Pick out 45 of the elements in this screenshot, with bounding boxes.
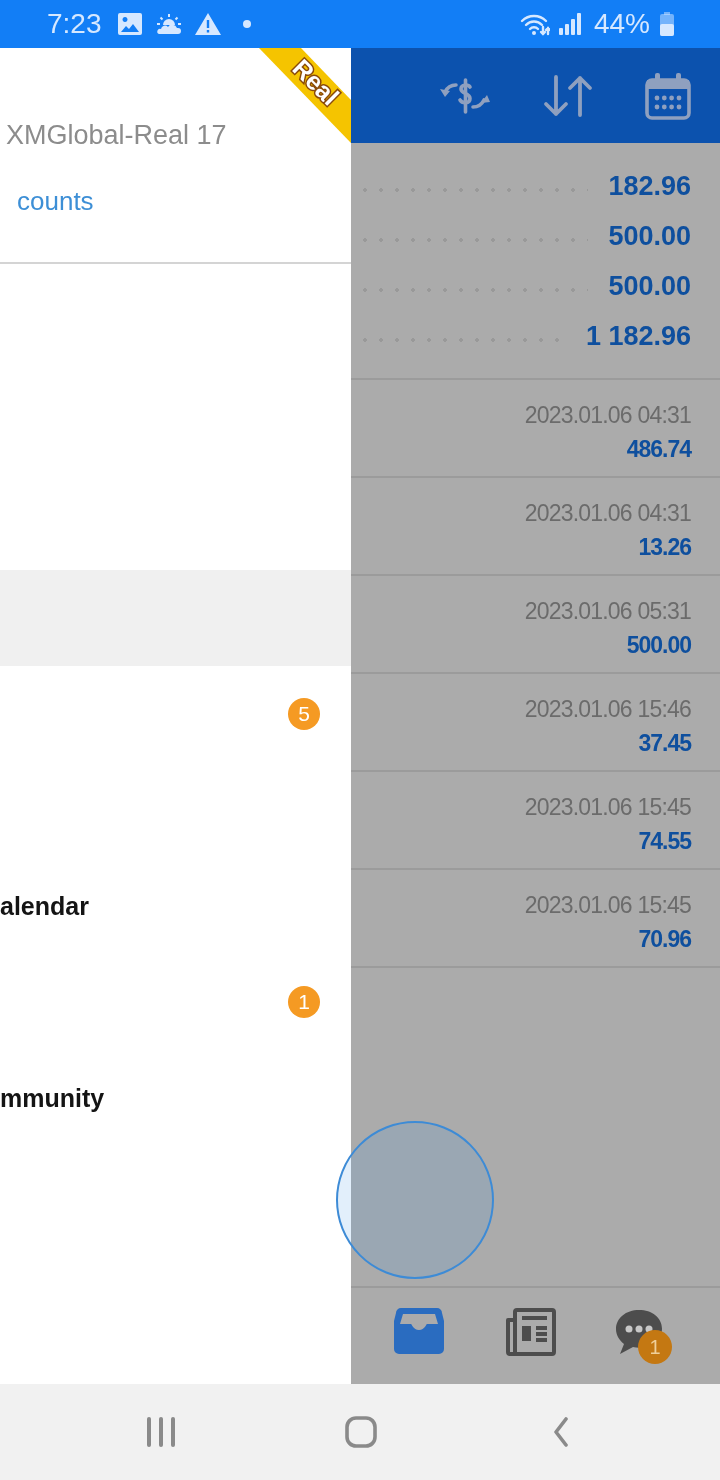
count-badge: 1	[288, 986, 320, 1018]
signal-icon	[557, 13, 582, 35]
deal-amount: 500.00	[626, 632, 691, 658]
deal-amount: 74.55	[638, 828, 691, 854]
dollar-arrows-icon	[437, 75, 491, 116]
count-badge: 1	[638, 1330, 672, 1364]
sort-button[interactable]	[542, 73, 594, 118]
balance-value: 500.00	[608, 270, 691, 302]
deal-amount: 37.45	[638, 730, 691, 756]
clock-time: 7:23	[47, 8, 102, 40]
deal-time: 2023.01.06 04:31	[524, 500, 691, 526]
deal-time: 2023.01.06 15:45	[524, 794, 691, 820]
deal-amount: 70.96	[638, 926, 691, 952]
back-button[interactable]	[553, 1417, 569, 1447]
home-button[interactable]	[345, 1416, 377, 1448]
recent-apps-button[interactable]	[146, 1416, 176, 1448]
wifi-icon	[519, 12, 550, 36]
count-badge: 5	[288, 698, 320, 730]
currency-exchange-button[interactable]	[437, 75, 491, 116]
battery-icon	[660, 12, 674, 36]
deal-time: 2023.01.06 15:46	[524, 696, 691, 722]
back-icon	[553, 1417, 569, 1447]
balance-value: 182.96	[608, 170, 691, 202]
deal-time: 2023.01.06 04:31	[524, 402, 691, 428]
deal-amount: 486.74	[626, 436, 691, 462]
server-name: XMGlobal-Real 17	[6, 119, 227, 151]
deal-amount: 13.26	[638, 534, 691, 560]
inbox-tray-icon	[394, 1308, 444, 1354]
balance-value: 1 182.96	[585, 320, 691, 352]
chat-tab[interactable]: 1	[614, 1308, 672, 1364]
deal-time: 2023.01.06 05:31	[524, 598, 691, 624]
battery-percent: 44%	[593, 8, 650, 40]
recent-apps-icon	[146, 1416, 176, 1448]
accounts-link[interactable]: counts	[17, 184, 94, 218]
image-icon	[117, 13, 142, 35]
home-icon	[345, 1416, 377, 1448]
sun-cloud-icon	[155, 14, 182, 34]
sort-arrows-icon	[542, 73, 594, 118]
balance-value: 500.00	[608, 220, 691, 252]
newspaper-icon	[504, 1308, 556, 1356]
deal-time: 2023.01.06 15:45	[524, 892, 691, 918]
notification-dot-icon	[242, 20, 251, 28]
calendar-button[interactable]	[645, 71, 691, 120]
warning-icon	[194, 13, 221, 35]
calendar-icon	[645, 71, 691, 120]
